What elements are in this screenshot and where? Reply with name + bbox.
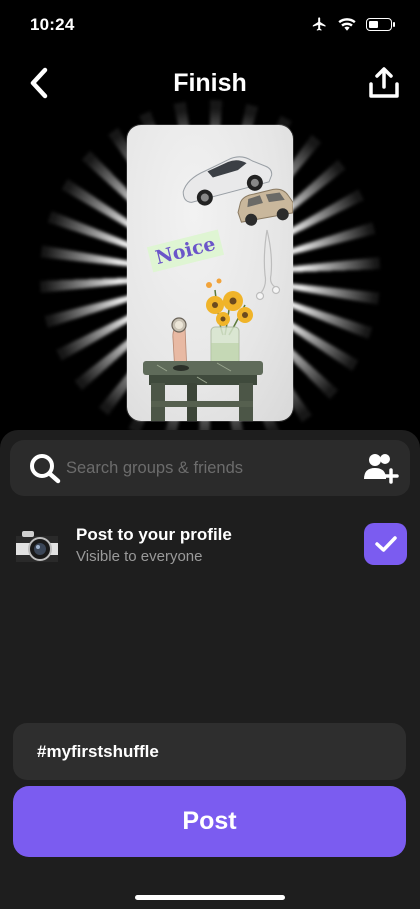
vintage-car-sticker bbox=[237, 188, 293, 226]
checkmark-icon bbox=[374, 536, 397, 552]
caption-input[interactable] bbox=[37, 723, 387, 780]
post-to-profile-subtitle: Visible to everyone bbox=[76, 548, 203, 565]
airplane-icon bbox=[312, 17, 326, 31]
status-icons bbox=[311, 16, 395, 32]
battery-icon bbox=[366, 17, 395, 31]
status-time: 10:24 bbox=[30, 15, 75, 34]
collage-preview[interactable]: Noice bbox=[127, 125, 293, 421]
flower-jar-sticker bbox=[206, 278, 253, 368]
add-friend-button[interactable] bbox=[362, 450, 400, 486]
page-title: Finish bbox=[173, 69, 247, 97]
camera-icon bbox=[16, 531, 58, 562]
home-indicator bbox=[135, 895, 285, 900]
add-friend-icon bbox=[364, 454, 399, 484]
collage-artwork bbox=[143, 156, 293, 421]
post-to-profile-row[interactable]: Post to your profile Visible to everyone bbox=[0, 516, 420, 576]
wifi-icon bbox=[338, 18, 356, 31]
post-to-profile-label: Post to your profile bbox=[76, 525, 232, 544]
earphones-sticker bbox=[255, 229, 281, 301]
search-icon bbox=[30, 454, 61, 484]
post-to-profile-checkbox[interactable] bbox=[364, 523, 407, 565]
search-bar[interactable] bbox=[10, 440, 410, 496]
share-button[interactable] bbox=[366, 64, 402, 102]
stool-sticker bbox=[143, 361, 263, 421]
share-upload-icon bbox=[369, 67, 399, 98]
status-bar: 10:24 bbox=[0, 0, 420, 50]
search-input[interactable] bbox=[66, 440, 346, 496]
post-button[interactable]: Post bbox=[13, 786, 406, 857]
caption-field[interactable] bbox=[13, 723, 406, 780]
